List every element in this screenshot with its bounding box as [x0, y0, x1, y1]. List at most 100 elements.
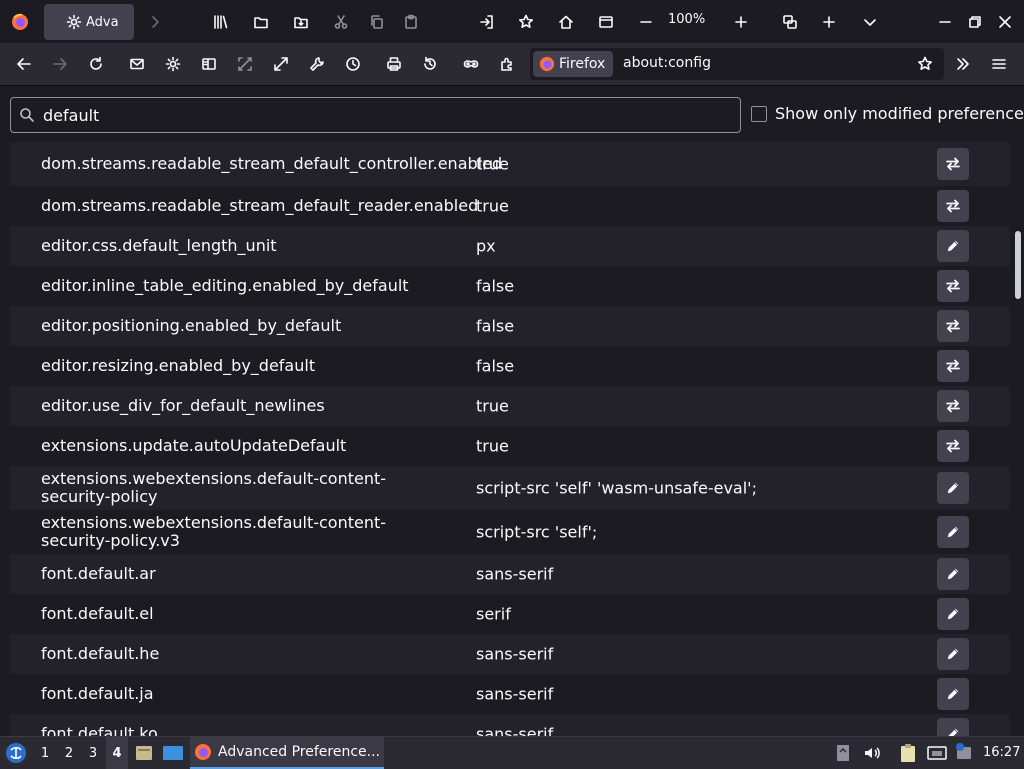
zoom-in-icon[interactable] — [728, 0, 754, 43]
identity-box[interactable]: Firefox — [533, 51, 613, 77]
toggle-arrows-icon — [945, 278, 961, 294]
show-modified-option[interactable]: Show only modified preferences — [751, 104, 1024, 123]
table-row[interactable]: extensions.webextensions.default-content… — [10, 466, 1010, 510]
overflow-menu-icon[interactable] — [949, 43, 977, 85]
forward-icon[interactable] — [46, 43, 74, 85]
table-row[interactable]: font.default.he sans-serif — [10, 634, 1010, 674]
table-row[interactable]: editor.css.default_length_unit px — [10, 226, 1010, 266]
toggle-button[interactable] — [937, 190, 969, 222]
history-icon[interactable] — [339, 43, 367, 85]
notification-icon[interactable] — [954, 742, 974, 762]
settings-icon[interactable] — [159, 43, 187, 85]
start-menu-icon[interactable] — [5, 742, 27, 764]
edit-button[interactable] — [937, 638, 969, 670]
url-bar[interactable]: Firefox about:config — [530, 48, 944, 80]
tab-advanced-preferences[interactable]: Advanced Preferences — [44, 4, 134, 40]
edit-button[interactable] — [937, 678, 969, 710]
toggle-arrows-icon — [945, 198, 961, 214]
toggle-button[interactable] — [937, 270, 969, 302]
private-browsing-icon[interactable] — [457, 43, 485, 85]
new-tab-icon[interactable] — [816, 0, 842, 43]
sidebar-icon[interactable] — [195, 43, 223, 85]
desktop-icon[interactable] — [162, 743, 184, 763]
workspace-2[interactable]: 2 — [58, 737, 80, 769]
open-file-icon[interactable] — [248, 0, 274, 43]
library-icon[interactable] — [208, 0, 234, 43]
minimize-icon[interactable] — [932, 0, 958, 43]
zoom-out-icon[interactable] — [633, 0, 659, 43]
table-row[interactable]: dom.streams.readable_stream_default_cont… — [10, 142, 1010, 186]
edit-button[interactable] — [937, 558, 969, 590]
clipboard-icon[interactable] — [898, 743, 918, 763]
sign-in-icon[interactable] — [474, 0, 500, 43]
workspace-3[interactable]: 3 — [82, 737, 104, 769]
taskbar-firefox-window[interactable]: Advanced Preference... — [190, 737, 384, 769]
tab-scroll-right-icon[interactable] — [145, 0, 165, 43]
restore-icon[interactable] — [962, 0, 988, 43]
pencil-icon — [946, 727, 960, 736]
paste-icon[interactable] — [398, 0, 424, 43]
print-icon[interactable] — [380, 43, 408, 85]
zoom-level[interactable]: 100% — [668, 12, 705, 27]
edit-button[interactable] — [937, 516, 969, 548]
edit-button[interactable] — [937, 718, 969, 736]
file-manager-icon[interactable] — [134, 743, 154, 763]
volume-icon[interactable] — [863, 744, 881, 762]
table-row[interactable]: editor.use_div_for_default_newlines true — [10, 386, 1010, 426]
scrollbar-thumb[interactable] — [1015, 231, 1021, 299]
toggle-button[interactable] — [937, 430, 969, 462]
edit-button[interactable] — [937, 472, 969, 504]
table-row[interactable]: editor.resizing.enabled_by_default false — [10, 346, 1010, 386]
developer-tools-icon[interactable] — [303, 43, 331, 85]
preference-value: false — [476, 276, 515, 296]
edit-button[interactable] — [937, 230, 969, 262]
toggle-button[interactable] — [937, 148, 969, 180]
toggle-button[interactable] — [937, 350, 969, 382]
show-modified-checkbox[interactable] — [751, 105, 767, 122]
screenshot-disabled-icon[interactable] — [231, 43, 259, 85]
workspace-1[interactable]: 1 — [34, 737, 56, 769]
table-row[interactable]: extensions.update.autoUpdateDefault true — [10, 426, 1010, 466]
toggle-button[interactable] — [937, 390, 969, 422]
bookmark-star-add-icon[interactable] — [513, 0, 539, 43]
table-row[interactable]: editor.positioning.enabled_by_default fal… — [10, 306, 1010, 346]
close-window-icon[interactable] — [992, 0, 1018, 43]
network-icon[interactable] — [926, 743, 948, 763]
screenshot-icon[interactable] — [777, 0, 803, 43]
search-input-value[interactable]: default — [43, 106, 99, 125]
list-all-tabs-icon[interactable] — [857, 0, 883, 43]
bookmark-star-icon[interactable] — [911, 43, 939, 85]
copy-icon[interactable] — [364, 0, 390, 43]
firefox-menu-icon[interactable] — [6, 0, 34, 43]
fullscreen-icon[interactable] — [267, 43, 295, 85]
app-menu-icon[interactable] — [985, 43, 1013, 85]
preference-name: dom.streams.readable_stream_default_cont… — [41, 154, 503, 173]
restore-session-icon[interactable] — [416, 43, 444, 85]
cut-icon[interactable] — [328, 0, 354, 43]
table-row[interactable]: extensions.webextensions.default-content… — [10, 510, 1010, 554]
back-icon[interactable] — [10, 43, 38, 85]
table-row[interactable]: dom.streams.readable_stream_default_read… — [10, 186, 1010, 226]
table-row[interactable]: font.default.ko sans-serif — [10, 714, 1010, 736]
url-text[interactable]: about:config — [623, 55, 711, 71]
table-row[interactable]: font.default.ja sans-serif — [10, 674, 1010, 714]
table-row[interactable]: font.default.el serif — [10, 594, 1010, 634]
toggle-button[interactable] — [937, 310, 969, 342]
extensions-icon[interactable] — [493, 43, 521, 85]
reload-icon[interactable] — [82, 43, 110, 85]
email-link-icon[interactable] — [123, 43, 151, 85]
preference-value: sans-serif — [476, 684, 554, 704]
new-window-icon[interactable] — [593, 0, 619, 43]
home-icon[interactable] — [553, 0, 579, 43]
table-row[interactable]: font.default.ar sans-serif — [10, 554, 1010, 594]
search-input[interactable]: default — [10, 97, 741, 133]
tray-storage-icon[interactable] — [835, 744, 851, 762]
edit-button[interactable] — [937, 598, 969, 630]
scrollbar[interactable] — [1012, 142, 1024, 736]
save-page-icon[interactable] — [288, 0, 314, 43]
workspace-4[interactable]: 4 — [106, 737, 128, 769]
show-modified-label[interactable]: Show only modified preferences — [775, 104, 1024, 123]
table-row[interactable]: editor.inline_table_editing.enabled_by_d… — [10, 266, 1010, 306]
clock[interactable]: 16:27 — [983, 745, 1020, 760]
toggle-arrows-icon — [945, 438, 961, 454]
